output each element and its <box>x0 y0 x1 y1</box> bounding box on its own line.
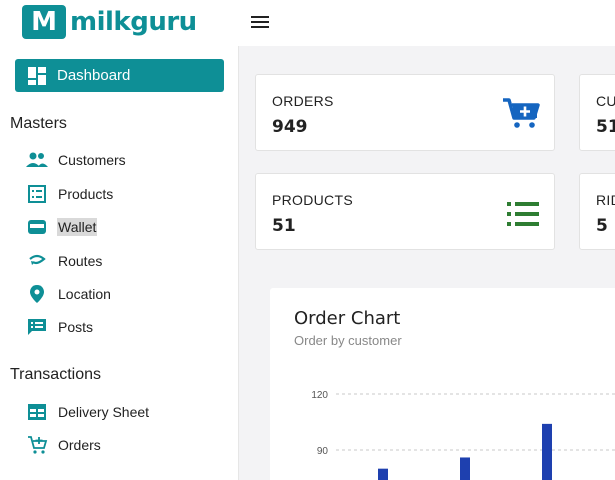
location-icon <box>30 285 44 303</box>
sidebar-item-location[interactable]: Location <box>26 282 112 306</box>
top-bar: M milkguru <box>0 0 615 46</box>
stat-card-title: PRODUCTS <box>272 192 353 208</box>
stat-card-orders[interactable]: ORDERS 949 <box>255 74 555 151</box>
order-chart: 120 90 <box>311 390 615 480</box>
products-icon <box>28 185 46 203</box>
sidebar-item-label: Dashboard <box>57 67 131 84</box>
stat-card-value: 5 <box>596 216 608 236</box>
chart-bar[interactable] <box>460 457 470 480</box>
y-tick-label: 90 <box>317 446 329 457</box>
wallet-icon <box>28 220 46 234</box>
sidebar: Dashboard Masters Customers Products Wal… <box>0 46 239 480</box>
list-icon <box>507 202 539 226</box>
sidebar-item-delivery-sheet[interactable]: Delivery Sheet <box>26 400 150 424</box>
stat-card-products[interactable]: PRODUCTS 51 <box>255 173 555 250</box>
delivery-sheet-icon <box>28 404 46 420</box>
chart-bar[interactable] <box>542 423 552 480</box>
sidebar-item-label: Wallet <box>57 218 98 236</box>
menu-toggle-icon[interactable] <box>251 16 269 30</box>
cart-icon <box>503 98 540 128</box>
sidebar-item-label: Posts <box>58 319 94 335</box>
y-tick-label: 120 <box>311 390 328 401</box>
sidebar-item-label: Products <box>58 186 114 202</box>
sidebar-item-orders[interactable]: Orders <box>26 433 102 457</box>
logo-mark: M <box>22 5 66 39</box>
sidebar-item-dashboard[interactable]: Dashboard <box>15 59 224 92</box>
sidebar-item-customers[interactable]: Customers <box>26 148 127 172</box>
section-title-masters: Masters <box>10 115 67 132</box>
routes-icon <box>29 254 46 265</box>
stat-card-customers[interactable]: CU 51 <box>579 74 615 151</box>
stat-card-title: ORDERS <box>272 93 334 109</box>
sidebar-item-routes[interactable]: Routes <box>26 249 103 273</box>
stat-card-value: 949 <box>272 117 308 137</box>
dashboard-icon <box>28 66 46 85</box>
sidebar-item-label: Routes <box>58 253 103 269</box>
posts-icon <box>28 319 46 335</box>
orders-icon <box>28 436 48 454</box>
stat-card-title: CU <box>596 93 615 109</box>
sidebar-item-wallet[interactable]: Wallet <box>26 215 98 239</box>
brand-logo[interactable]: M milkguru <box>22 5 197 39</box>
section-title-transactions: Transactions <box>10 366 101 383</box>
order-chart-panel: Order Chart Order by customer 120 90 <box>270 288 615 480</box>
sidebar-item-label: Delivery Sheet <box>58 404 150 420</box>
stat-card-value: 51 <box>272 216 296 236</box>
stat-card-riders[interactable]: RID 5 <box>579 173 615 250</box>
sidebar-item-label: Orders <box>58 437 101 453</box>
sidebar-item-label: Customers <box>58 152 126 168</box>
logo-text: milkguru <box>70 7 197 37</box>
sidebar-item-posts[interactable]: Posts <box>26 315 94 339</box>
sidebar-item-products[interactable]: Products <box>26 182 114 206</box>
sidebar-item-label: Location <box>58 286 111 302</box>
stat-card-value: 51 <box>596 117 615 137</box>
chart-bar[interactable] <box>378 468 388 480</box>
customers-icon <box>26 152 48 167</box>
stat-card-title: RID <box>596 192 615 208</box>
